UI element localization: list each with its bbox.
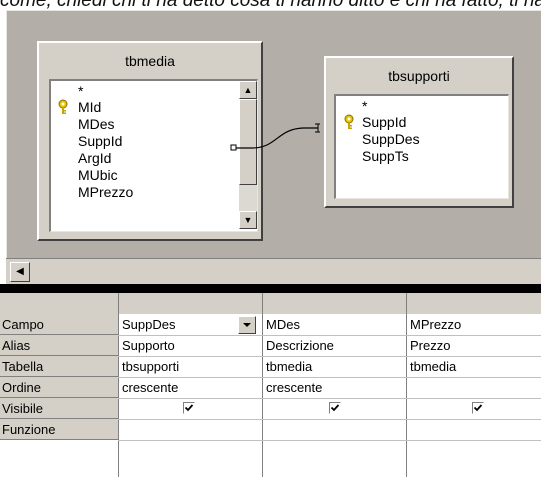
ordine-cell[interactable]: crescente [122, 377, 258, 398]
visibile-checkbox[interactable] [329, 402, 341, 414]
alias-cell[interactable]: Prezzo [410, 335, 538, 356]
column-divider [262, 293, 263, 477]
field-item[interactable]: MDes [78, 116, 115, 132]
field-item[interactable]: MPrezzo [78, 184, 133, 200]
row-label-funzione: Funzione [0, 419, 118, 440]
field-item[interactable]: * [362, 98, 367, 114]
clipped-caption: come, chiedi chi ti ha detto cosa ti han… [0, 0, 541, 10]
primary-key-icon [57, 99, 69, 118]
campo-select[interactable]: SuppDes [122, 314, 232, 335]
clipped-caption-text: come, chiedi chi ti ha detto cosa ti han… [0, 0, 541, 10]
funzione-cell[interactable] [410, 419, 538, 440]
field-list-tbmedia[interactable]: * MId MDes SuppId ArgId MUbic MPrezzo ▲ … [49, 79, 258, 232]
tabella-cell[interactable]: tbmedia [410, 356, 538, 377]
tabella-cell[interactable]: tbsupporti [122, 356, 258, 377]
row-divider [118, 440, 541, 441]
table-tbsupporti[interactable]: tbsupporti * SuppId SuppDes SuppTs [324, 56, 514, 208]
field-list-tbsupporti[interactable]: * SuppId SuppDes SuppTs [334, 94, 509, 199]
field-item[interactable]: * [78, 83, 83, 99]
check-icon [184, 404, 194, 412]
scroll-down-button[interactable]: ▼ [239, 211, 257, 229]
table-design-area[interactable]: tbmedia * MId MDes SuppId ArgId MUbic MP… [6, 10, 541, 259]
field-item[interactable]: MUbic [78, 167, 118, 183]
funzione-cell[interactable] [122, 419, 258, 440]
field-item[interactable]: SuppTs [362, 148, 409, 164]
field-item[interactable]: SuppId [78, 133, 122, 149]
query-grid[interactable]: Campo Alias Tabella Ordine Visibile Funz… [0, 293, 541, 477]
field-item[interactable]: MId [78, 99, 101, 115]
table-title: tbsupporti [388, 68, 450, 84]
row-label-tabella: Tabella [0, 356, 118, 377]
row-label-campo: Campo [0, 314, 118, 335]
field-item[interactable]: SuppDes [362, 131, 420, 147]
column-divider [118, 293, 119, 477]
field-item[interactable]: ArgId [78, 150, 111, 166]
campo-cell[interactable]: MDes [266, 314, 402, 335]
tabella-cell[interactable]: tbmedia [266, 356, 402, 377]
pane-splitter[interactable] [0, 284, 541, 293]
row-label-visibile: Visibile [0, 398, 118, 419]
check-icon [473, 404, 483, 412]
ordine-cell[interactable]: crescente [266, 377, 402, 398]
horizontal-scrollbar[interactable]: ◀ [6, 258, 541, 285]
table-tbmedia[interactable]: tbmedia * MId MDes SuppId ArgId MUbic MP… [37, 41, 263, 241]
scroll-left-button[interactable]: ◀ [10, 262, 30, 282]
row-divider [118, 398, 541, 399]
scroll-thumb[interactable] [239, 99, 257, 185]
vertical-scrollbar[interactable]: ▲ ▼ [239, 81, 257, 229]
visibile-checkbox[interactable] [183, 402, 195, 414]
row-label-alias: Alias [0, 335, 118, 356]
ordine-cell[interactable] [410, 377, 538, 398]
column-divider [406, 293, 407, 477]
chevron-down-icon[interactable] [238, 316, 256, 334]
funzione-cell[interactable] [266, 419, 402, 440]
alias-cell[interactable]: Supporto [122, 335, 258, 356]
table-title: tbmedia [125, 53, 175, 69]
row-label-ordine: Ordine [0, 377, 118, 398]
field-item[interactable]: SuppId [362, 114, 406, 130]
primary-key-icon [343, 114, 355, 133]
campo-cell[interactable]: MPrezzo [410, 314, 538, 335]
alias-cell[interactable]: Descrizione [266, 335, 402, 356]
visibile-checkbox[interactable] [472, 402, 484, 414]
scroll-up-button[interactable]: ▲ [239, 81, 257, 99]
column-selector-row[interactable] [0, 293, 541, 314]
check-icon [330, 404, 340, 412]
